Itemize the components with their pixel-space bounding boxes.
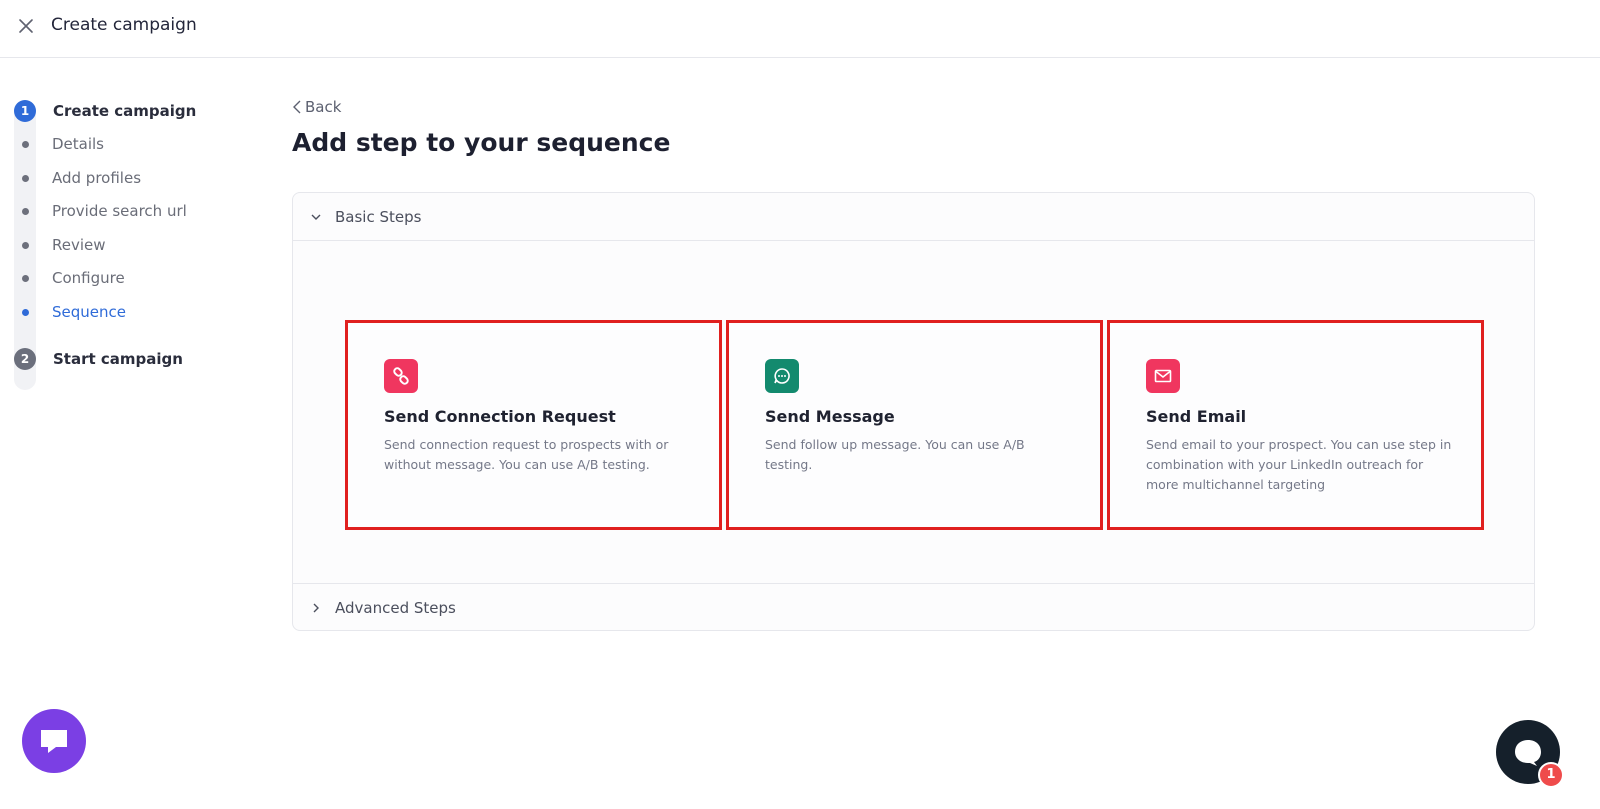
step-create-campaign[interactable]: 1 Create campaign [14,100,254,122]
bullet-icon [22,309,29,316]
bullet-icon [22,275,29,282]
basic-step-cards: Send Connection Request Send connection … [345,320,1485,530]
notification-badge: 1 [1538,762,1564,788]
chat-widget-icon [41,730,67,753]
bullet-icon [22,141,29,148]
accordion-label: Advanced Steps [335,599,456,617]
card-description: Send follow up message. You can use A/B … [765,437,1025,472]
step-label: Create campaign [53,102,197,120]
send-connection-request-card[interactable]: Send Connection Request Send connection … [345,320,722,530]
top-bar: Create campaign [0,0,1600,58]
advanced-steps-accordion[interactable]: Advanced Steps [293,583,1534,631]
basic-steps-accordion[interactable]: Basic Steps [293,193,1534,241]
step-number: 2 [14,348,36,370]
card-title: Send Email [1146,407,1247,426]
steps-panel: Basic Steps Send Connection Request Send… [292,192,1535,631]
substep-label: Add profiles [52,169,142,187]
substep-review[interactable]: Review [14,235,254,255]
step-label: Start campaign [53,350,183,368]
close-icon[interactable] [16,16,36,36]
bullet-icon [22,208,29,215]
card-description: Send email to your prospect. You can use… [1146,437,1452,492]
back-label: Back [305,98,342,116]
chevron-down-icon [311,214,321,220]
mail-icon [1146,359,1180,393]
card-title: Send Message [765,407,895,426]
substep-label: Details [52,135,105,153]
card-description: Send connection request to prospects wit… [384,437,669,472]
chevron-left-icon [293,100,301,114]
bullet-icon [22,242,29,249]
chat-widget-button[interactable] [22,709,86,773]
card-title: Send Connection Request [384,407,616,426]
step-start-campaign[interactable]: 2 Start campaign [14,348,254,370]
link-icon [384,359,418,393]
substep-label: Sequence [52,303,126,321]
substep-sequence[interactable]: Sequence [14,302,254,322]
chat-bubble-icon [765,359,799,393]
page-title: Create campaign [51,15,197,35]
accordion-label: Basic Steps [335,208,422,226]
page-heading: Add step to your sequence [292,128,671,157]
substep-label: Provide search url [52,202,187,220]
substep-add-profiles[interactable]: Add profiles [14,168,254,188]
substep-provide-search-url[interactable]: Provide search url [14,201,254,221]
help-widget-icon [1515,740,1541,766]
substep-details[interactable]: Details [14,134,254,154]
send-email-card[interactable]: Send Email Send email to your prospect. … [1107,320,1484,530]
bullet-icon [22,175,29,182]
substep-configure[interactable]: Configure [14,268,254,288]
step-number: 1 [14,100,36,122]
send-message-card[interactable]: Send Message Send follow up message. You… [726,320,1103,530]
substep-label: Review [52,236,106,254]
chevron-right-icon [313,603,319,613]
substep-label: Configure [52,269,125,287]
back-link[interactable]: Back [292,98,341,116]
